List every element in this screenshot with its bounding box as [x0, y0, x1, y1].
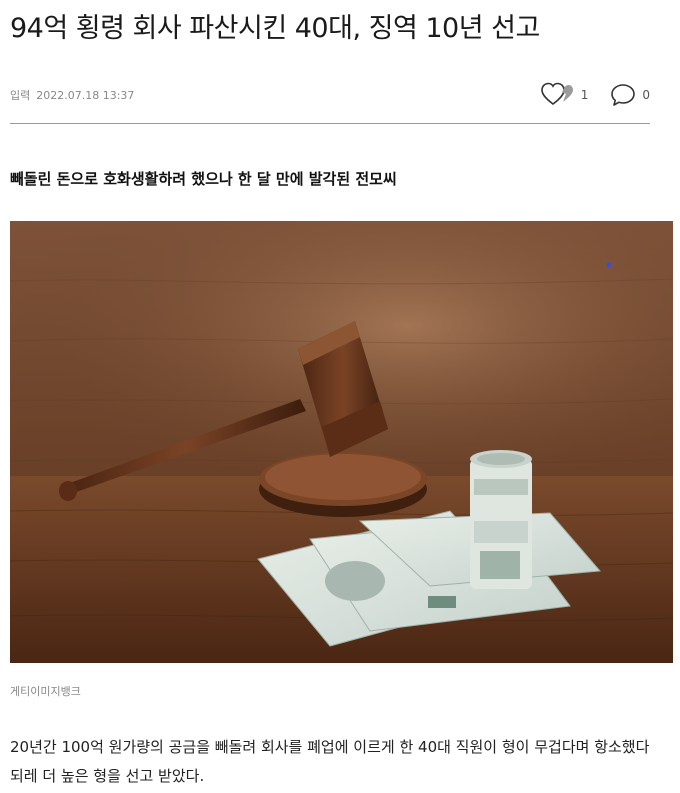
article-headline: 94억 횡령 회사 파산시킨 40대, 징역 10년 선고 — [10, 13, 540, 44]
article-actions: 1 0 — [540, 80, 650, 110]
speech-bubble-icon — [610, 82, 636, 108]
photo-caption: 게티이미지뱅크 — [10, 685, 81, 698]
publish-date: 입력 2022.07.18 13:37 — [10, 87, 134, 103]
like-button[interactable]: 1 — [540, 82, 589, 108]
comment-button[interactable]: 0 — [610, 82, 650, 108]
date-value: 2022.07.18 13:37 — [36, 89, 135, 102]
article-meta: 입력 2022.07.18 13:37 1 0 — [10, 80, 650, 110]
article-body: 20년간 100억 원가량의 공금을 빼돌려 회사를 폐업에 이르게 한 40대… — [10, 738, 650, 785]
heart-icon — [540, 82, 575, 108]
like-count: 1 — [580, 88, 589, 102]
header-divider — [10, 123, 650, 124]
article-subheadline: 빼돌린 돈으로 호화생활하려 했으나 한 달 만에 발각된 전모씨 — [10, 170, 397, 188]
article-photo — [10, 221, 673, 663]
date-label: 입력 — [10, 89, 31, 102]
comment-count: 0 — [642, 88, 650, 102]
